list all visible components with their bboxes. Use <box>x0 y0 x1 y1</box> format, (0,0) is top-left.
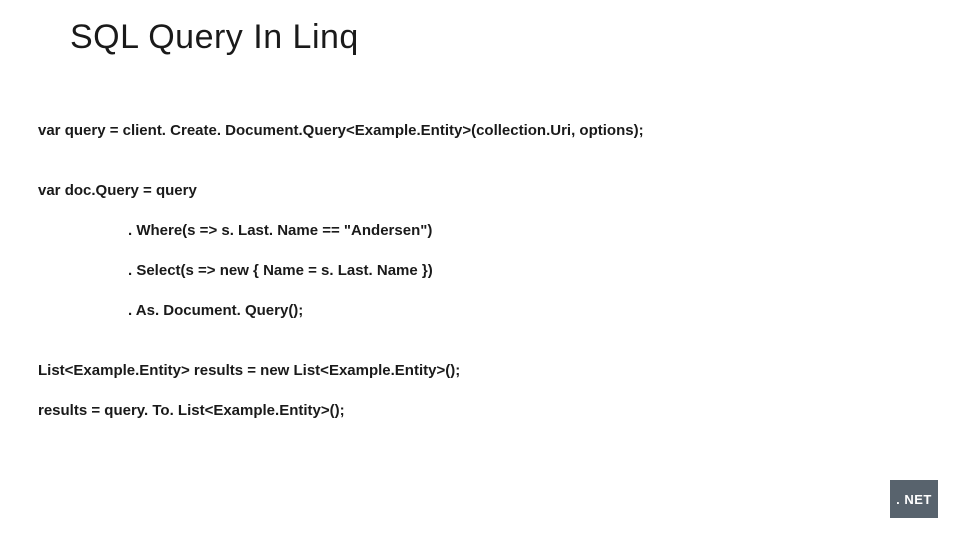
code-line-7: results = query. To. List<Example.Entity… <box>38 399 960 423</box>
slide-title: SQL Query In Linq <box>0 0 960 57</box>
code-line-1: var query = client. Create. Document.Que… <box>38 119 960 143</box>
code-line-2: var doc.Query = query <box>38 179 960 203</box>
dotnet-badge: . NET <box>890 480 938 518</box>
code-line-6: List<Example.Entity> results = new List<… <box>38 359 960 383</box>
code-block: var query = client. Create. Document.Que… <box>0 57 960 423</box>
code-line-5: . As. Document. Query(); <box>38 299 960 323</box>
code-line-3: . Where(s => s. Last. Name == "Andersen"… <box>38 219 960 243</box>
code-line-4: . Select(s => new { Name = s. Last. Name… <box>38 259 960 283</box>
